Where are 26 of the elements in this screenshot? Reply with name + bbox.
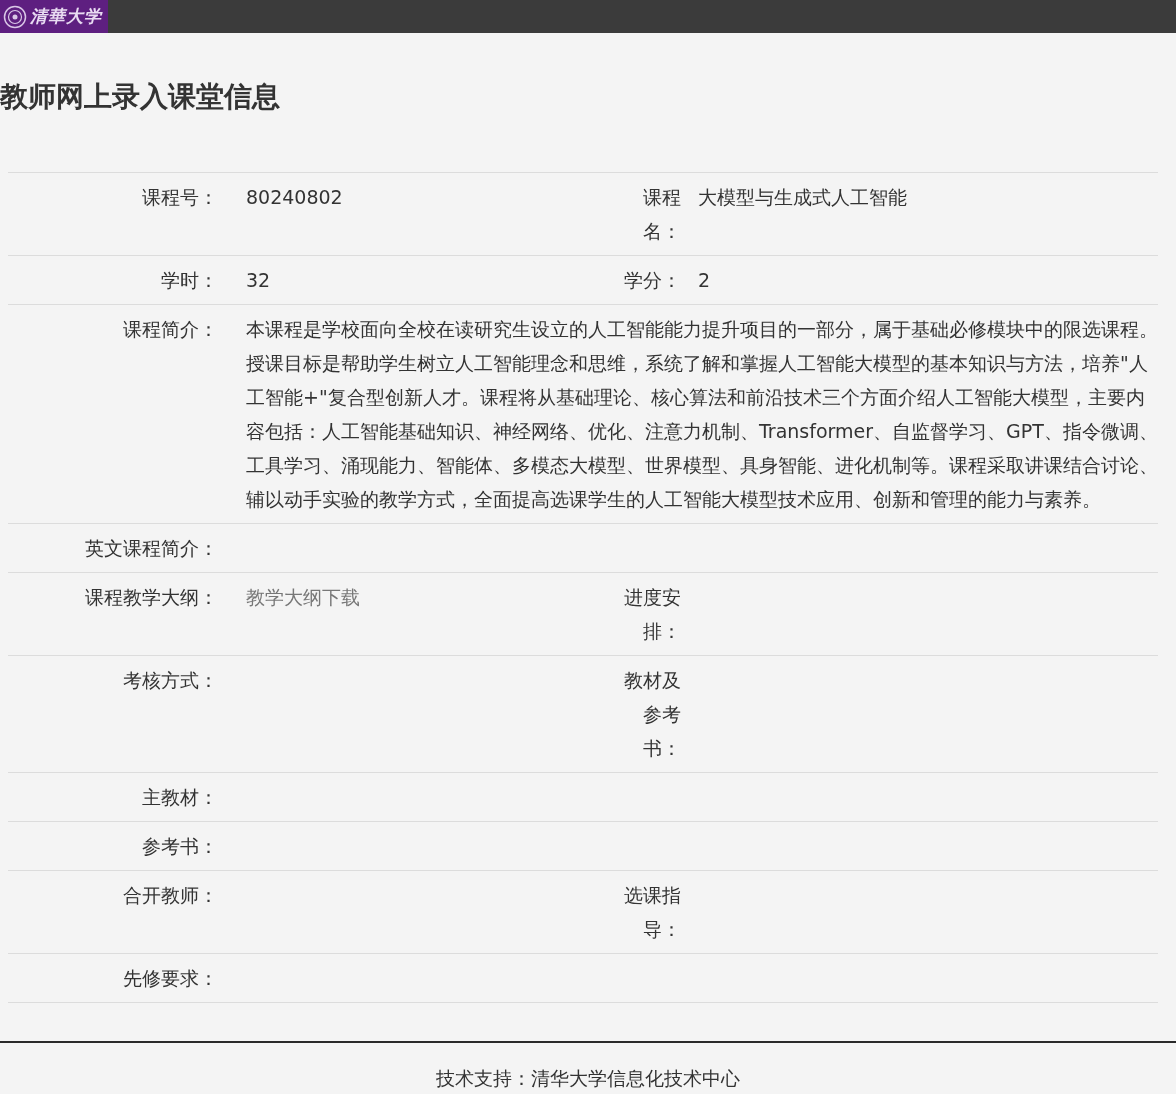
field-label: 英文课程简介： xyxy=(85,537,218,559)
footer-text: 技术支持：清华大学信息化技术中心 xyxy=(436,1067,740,1089)
field-label: 教材及参考书： xyxy=(624,669,681,759)
field-label: 学时： xyxy=(161,269,218,291)
field-label: 课程简介： xyxy=(123,318,218,340)
field-label: 先修要求： xyxy=(123,967,218,989)
field-value: 大模型与生成式人工智能 xyxy=(698,186,907,208)
download-link[interactable]: 教学大纲下载 xyxy=(246,586,360,608)
field-label: 课程名： xyxy=(643,186,681,242)
field-label: 合开教师： xyxy=(123,884,218,906)
field-label: 学分： xyxy=(624,269,681,291)
field-value: 2 xyxy=(698,269,711,291)
field-label: 进度安排： xyxy=(624,586,681,642)
description-text: 本课程是学校面向全校在读研究生设立的人工智能能力提升项目的一部分，属于基础必修模块中的限选课程。授课目标是帮助学生树立人工智能理念和思维，系统了解和掌握人工智能大模型的基本知识与方法，培养"人工智能+"复合型创新人才。课程将从基础理论、核心算法和前沿技术三个方面介绍人工智能大模型，主要内容包括：人工智能基础知识、神经网络、优化、注意力机制、Transformer、自监督学习、GPT、指令微调、工具学习、涌现能力、智能体、多模态大模型、世界模型、具身智能、进化机制等。课程采取讲课结合讨论、辅以动手实验的教学方式，全面提高选课学生的人工智能大模型技术应用、创新和管理的能力与素养。 xyxy=(246,318,1158,510)
field-label: 课程号： xyxy=(142,186,218,208)
field-label: 课程教学大纲： xyxy=(85,586,218,608)
seal-icon xyxy=(3,4,27,29)
field-label: 主教材： xyxy=(142,786,218,808)
field-value: 80240802 xyxy=(246,186,343,208)
logo-text: 清華大学 xyxy=(30,5,102,28)
field-label: 选课指导： xyxy=(624,884,681,940)
field-label: 考核方式： xyxy=(123,669,218,691)
logo[interactable]: 清華大学 xyxy=(0,0,108,33)
page-title: 教师网上录入课堂信息 xyxy=(0,79,280,115)
field-value: 32 xyxy=(246,269,271,291)
field-label: 参考书： xyxy=(142,835,218,857)
